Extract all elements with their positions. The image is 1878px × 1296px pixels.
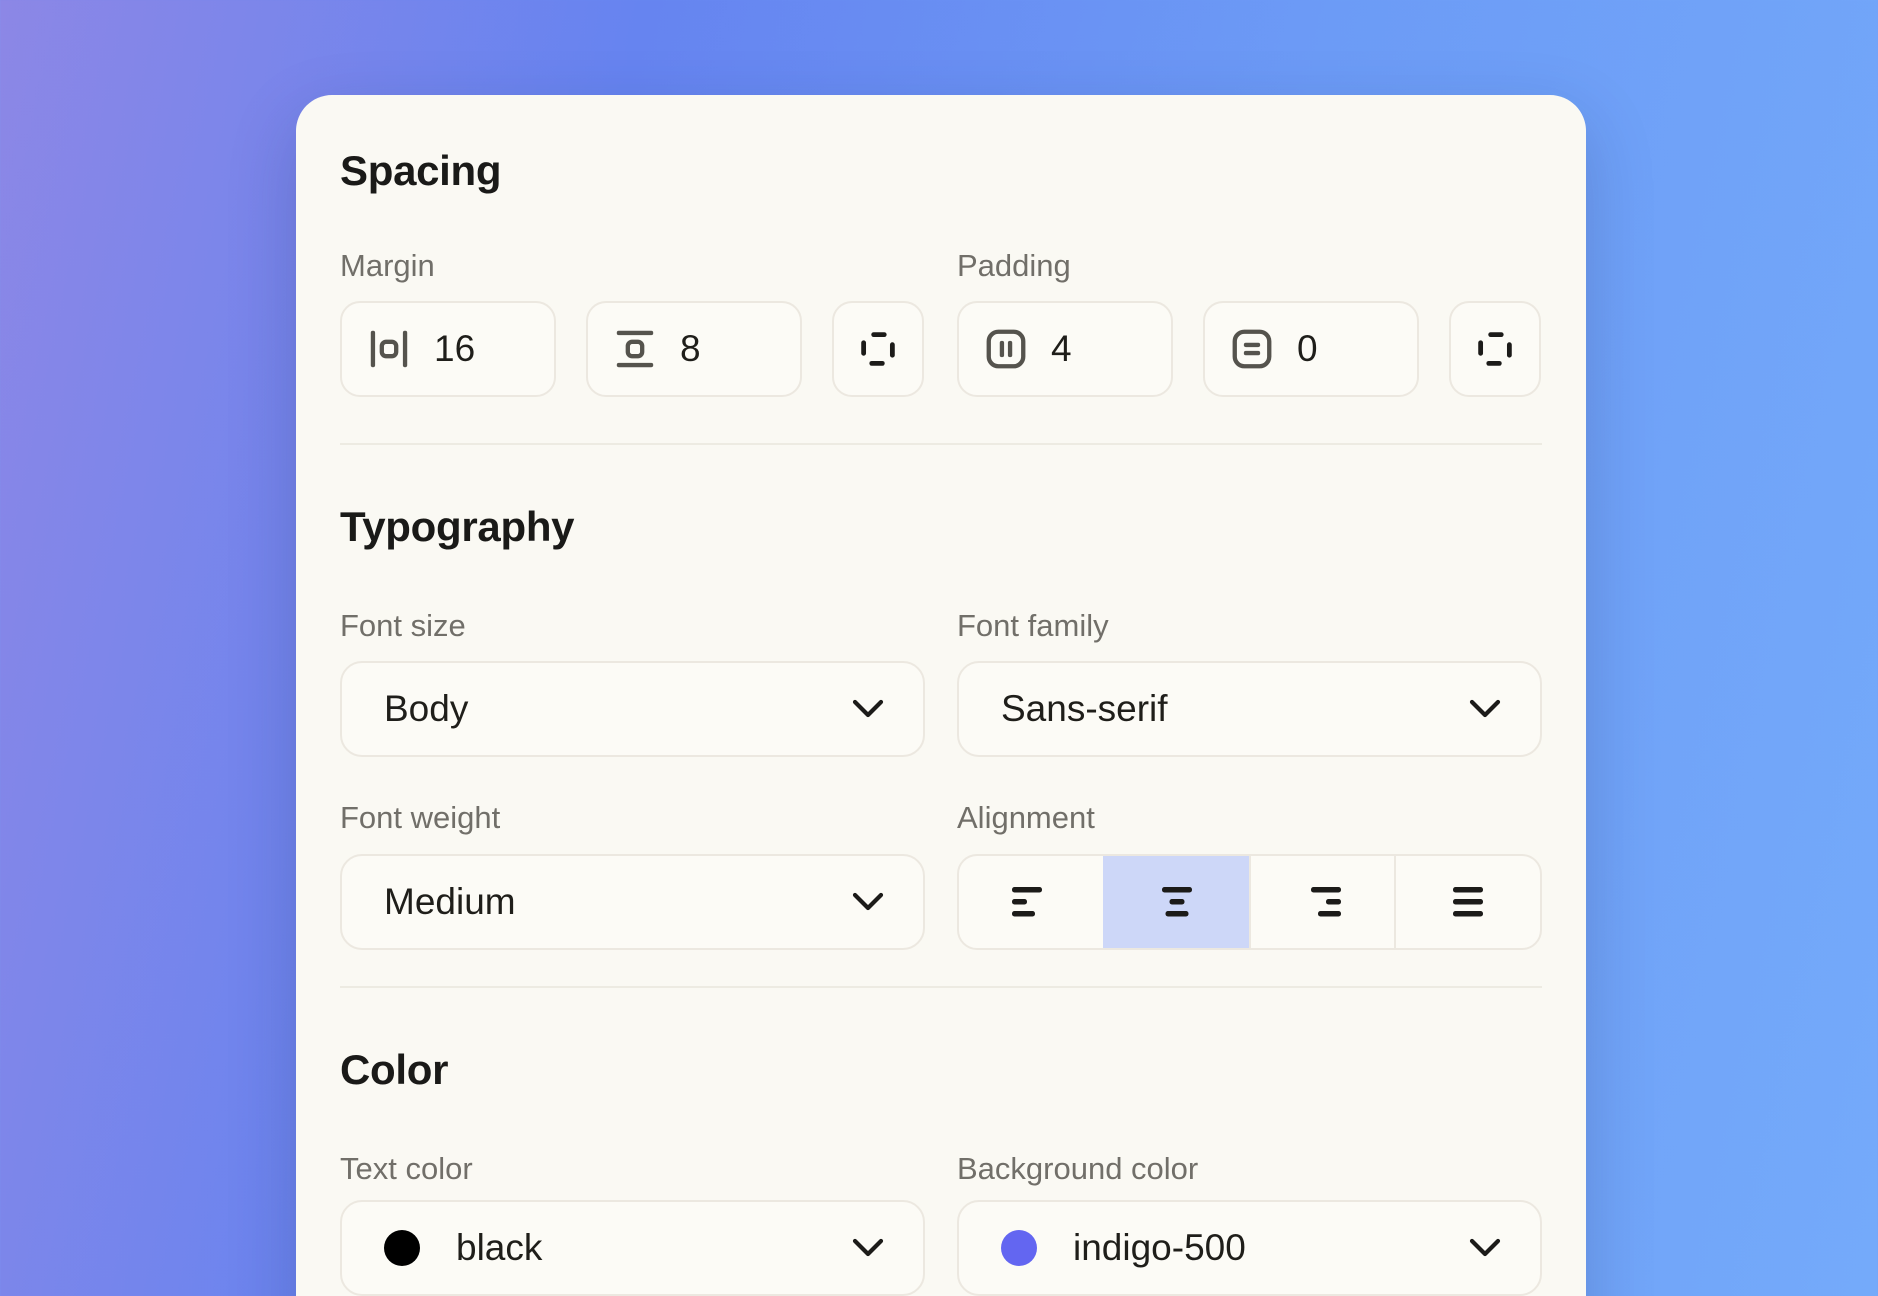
align-center-button[interactable] <box>1103 856 1249 948</box>
black-color-swatch <box>384 1230 420 1266</box>
padding-controls: 4 0 <box>957 301 1542 397</box>
properties-panel: Spacing Margin Padding 16 <box>296 95 1586 1296</box>
margin-horizontal-icon <box>366 326 412 372</box>
chevron-down-icon <box>851 1237 885 1259</box>
background-color-dropdown[interactable]: indigo-500 <box>957 1200 1542 1296</box>
align-justify-icon <box>1443 883 1493 921</box>
align-justify-button[interactable] <box>1394 856 1540 948</box>
chevron-down-icon <box>851 891 885 913</box>
padding-vertical-value: 0 <box>1297 328 1318 370</box>
align-right-button[interactable] <box>1249 856 1395 948</box>
padding-vertical-input[interactable]: 0 <box>1203 301 1419 397</box>
section-divider <box>340 986 1542 988</box>
font-size-value: Body <box>384 688 468 730</box>
font-family-label: Font family <box>957 607 1542 645</box>
font-family-dropdown[interactable]: Sans-serif <box>957 661 1542 757</box>
margin-vertical-icon <box>612 326 658 372</box>
align-left-button[interactable] <box>959 856 1103 948</box>
alignment-label: Alignment <box>957 799 1542 837</box>
margin-horizontal-input[interactable]: 16 <box>340 301 556 397</box>
padding-horizontal-input[interactable]: 4 <box>957 301 1173 397</box>
margin-vertical-input[interactable]: 8 <box>586 301 802 397</box>
font-size-dropdown[interactable]: Body <box>340 661 925 757</box>
align-center-icon <box>1152 883 1202 921</box>
font-weight-label: Font weight <box>340 799 925 837</box>
padding-vertical-icon <box>1229 326 1275 372</box>
margin-individual-icon <box>855 326 901 372</box>
padding-individual-icon <box>1472 326 1518 372</box>
background-color-label: Background color <box>957 1150 1542 1188</box>
section-title-color: Color <box>340 1046 1542 1094</box>
align-left-icon <box>1006 883 1056 921</box>
text-color-dropdown[interactable]: black <box>340 1200 925 1296</box>
text-color-value: black <box>456 1227 542 1269</box>
chevron-down-icon <box>1468 698 1502 720</box>
margin-controls: 16 8 <box>340 301 925 397</box>
font-family-value: Sans-serif <box>1001 688 1168 730</box>
padding-individual-button[interactable] <box>1449 301 1541 397</box>
padding-horizontal-value: 4 <box>1051 328 1072 370</box>
padding-label: Padding <box>957 247 1542 285</box>
section-title-spacing: Spacing <box>340 147 1542 195</box>
margin-horizontal-value: 16 <box>434 328 475 370</box>
align-right-icon <box>1297 883 1347 921</box>
indigo-color-swatch <box>1001 1230 1037 1266</box>
background-color-value: indigo-500 <box>1073 1227 1246 1269</box>
font-size-label: Font size <box>340 607 925 645</box>
margin-vertical-value: 8 <box>680 328 701 370</box>
alignment-segmented-control <box>957 854 1542 950</box>
section-divider <box>340 443 1542 445</box>
font-weight-dropdown[interactable]: Medium <box>340 854 925 950</box>
margin-label: Margin <box>340 247 925 285</box>
section-title-typography: Typography <box>340 503 1542 551</box>
font-weight-value: Medium <box>384 881 516 923</box>
padding-horizontal-icon <box>983 326 1029 372</box>
text-color-label: Text color <box>340 1150 925 1188</box>
chevron-down-icon <box>851 698 885 720</box>
margin-individual-button[interactable] <box>832 301 924 397</box>
chevron-down-icon <box>1468 1237 1502 1259</box>
